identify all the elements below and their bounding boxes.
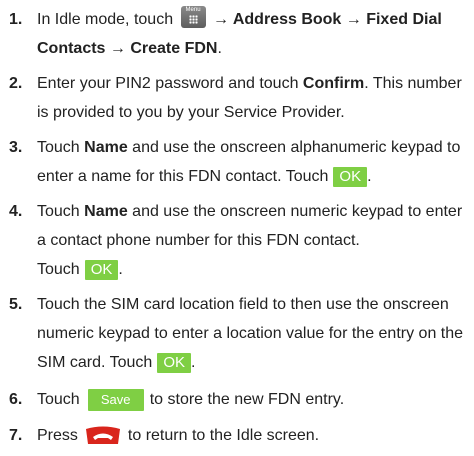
step-3-text-a: Touch [37,139,85,156]
grid-icon [188,15,198,24]
ok-button: OK [84,260,119,280]
ok-button: OK [157,353,191,373]
step-4-period: . [118,261,123,278]
name-label: Name [84,203,128,220]
step-number: 3. [9,139,23,156]
step-1-text-a: In Idle mode, touch [37,11,174,28]
step-1-period: . [217,40,222,57]
save-button: Save [87,389,144,411]
confirm-label: Confirm [302,75,365,92]
end-call-icon [84,425,122,444]
name-label: Name [84,139,128,156]
step-7-text-a: Press [37,427,78,444]
step-text: Touch Name and use the onscreen numeric … [37,197,474,284]
step-number: 4. [9,203,23,220]
step-4-text-c: Touch [37,261,80,278]
step-text: Enter your PIN2 password and touch Confi… [37,69,474,127]
step-number: 5. [9,296,23,313]
step-text: Touch Save to store the new FDN entry. [37,385,474,414]
step-6-text-a: Touch [37,391,80,408]
step-text: Touch Name and use the onscreen alphanum… [37,133,474,191]
step-text: In Idle mode, touch Menu → Address Book … [37,5,474,63]
step-text: Touch the SIM card location field to the… [37,290,474,377]
step-number: 2. [9,75,23,92]
menu-label: Menu [185,7,201,13]
step-3-period: . [367,168,372,185]
step-5-period: . [191,354,196,371]
step-number: 6. [9,391,23,408]
step-7-text-b: to return to the Idle screen. [127,427,320,444]
step-number: 1. [9,11,23,28]
menu-button-icon: Menu [180,6,206,28]
step-2-text-a: Enter your PIN2 password and touch [37,75,303,92]
step-4-text-a: Touch [37,203,85,220]
ok-button: OK [333,167,368,187]
step-5-text-a: Touch the SIM card location field to the… [37,296,464,371]
step-text: Press to return to the Idle screen. [37,421,474,450]
step-number: 7. [9,427,23,444]
step-6-text-b: to store the new FDN entry. [149,391,345,408]
